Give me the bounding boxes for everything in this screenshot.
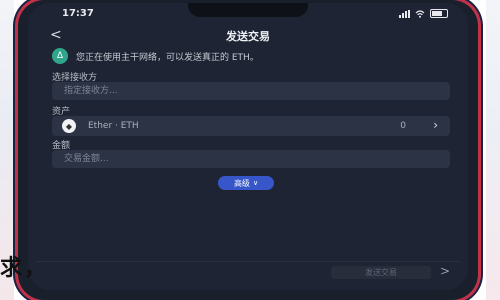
- send-transaction-button[interactable]: 发送交易: [331, 266, 431, 279]
- wifi-icon: [415, 9, 425, 18]
- advanced-options-button[interactable]: 高级 ∨: [218, 176, 274, 190]
- notch: [188, 3, 308, 17]
- forward-arrow-icon[interactable]: >: [440, 264, 450, 278]
- chevron-down-icon: ∨: [252, 179, 259, 187]
- asset-balance: 0: [400, 121, 406, 131]
- overlay-text: 求，: [0, 255, 49, 281]
- ether-coin-icon: ◆: [62, 119, 76, 133]
- status-icons: [399, 9, 448, 18]
- status-bar: 17:37: [28, 3, 468, 25]
- network-notice: Δ 您正在使用主干网络，可以发送真正的 ETH。: [52, 47, 450, 65]
- advanced-options-label: 高级: [233, 178, 250, 188]
- recipient-field[interactable]: [52, 82, 450, 100]
- app-screen: 17:37 < 发送交易 Δ 您正在使用主干网络，可以发送真正的 ETH。 选择…: [28, 3, 468, 290]
- status-time: 17:37: [62, 8, 94, 19]
- page-title: 发送交易: [226, 30, 270, 43]
- ethereum-badge-icon: Δ: [52, 48, 68, 64]
- amount-field[interactable]: [52, 150, 450, 168]
- battery-icon: [430, 9, 448, 18]
- network-notice-text: 您正在使用主干网络，可以发送真正的 ETH。: [76, 52, 259, 63]
- phone-frame: 17:37 < 发送交易 Δ 您正在使用主干网络，可以发送真正的 ETH。 选择…: [18, 0, 478, 300]
- chevron-right-icon: ›: [433, 118, 438, 132]
- asset-selector[interactable]: ◆ Ether · ETH 0 ›: [52, 116, 450, 136]
- navigation-bar: < 发送交易: [28, 25, 468, 45]
- recipient-input[interactable]: [62, 85, 450, 97]
- footer-bar: 发送交易 >: [36, 261, 460, 282]
- right-background-edge: [486, 0, 500, 300]
- asset-name: Ether · ETH: [88, 121, 139, 131]
- signal-icon: [399, 9, 410, 18]
- amount-input[interactable]: [62, 153, 450, 165]
